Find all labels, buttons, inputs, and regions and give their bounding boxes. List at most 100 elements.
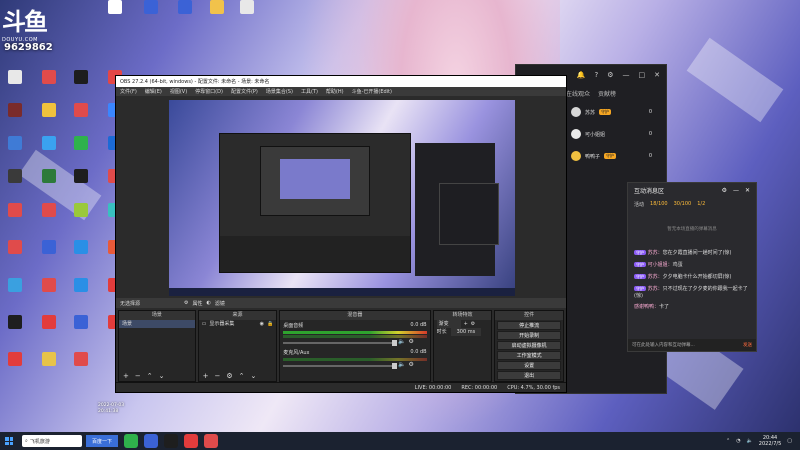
desktop-icon[interactable] [66,240,96,272]
desktop-icon[interactable] [34,103,64,135]
tab-contribution[interactable]: 贡献榜 [598,89,616,98]
gear-icon[interactable]: ⚙ [722,187,727,194]
chat-username[interactable]: 苏苏： [648,250,663,256]
obs-menu-item[interactable]: 帮助(H) [326,88,344,95]
obs-menu-item[interactable]: 场景集合(S) [266,88,293,95]
speaker-icon[interactable]: 🔈 [398,338,405,345]
chevron-up-icon[interactable]: ⌃ [147,372,153,380]
desktop-icon[interactable] [34,203,64,235]
chat-username[interactable]: 感谢鸭鸭： [634,304,659,310]
taskbar-app-icon[interactable] [164,434,179,448]
control-button[interactable]: 开始录制 [497,331,561,340]
desktop-icon[interactable] [202,0,232,32]
remove-icon[interactable]: − [215,372,221,380]
control-button[interactable]: 停止推流 [497,321,561,330]
send-button[interactable]: 发送 [743,342,752,348]
chevron-up-icon[interactable]: ⌃ [726,438,730,444]
filters-button[interactable]: 滤镜 [215,300,225,307]
desktop-icon[interactable] [136,0,166,32]
obs-menu-item[interactable]: 视图(V) [170,88,187,95]
transition-select[interactable]: 渐变 [436,320,461,328]
volume-slider[interactable] [283,363,398,369]
volume-slider[interactable] [283,340,398,346]
minimize-icon[interactable]: — [623,71,630,79]
control-button[interactable]: 工作室模式 [497,351,561,360]
desktop-icon[interactable] [34,136,64,168]
obs-menu-item[interactable]: 工具(T) [301,88,318,95]
desktop-icon[interactable] [34,352,64,384]
add-icon[interactable]: + [123,372,129,380]
speaker-icon[interactable]: 🔈 [747,438,753,444]
gear-icon[interactable]: ⚙ [471,320,475,328]
desktop-icon[interactable] [0,240,30,272]
lock-icon[interactable]: 🔒 [267,320,273,328]
chevron-down-icon[interactable]: ⌄ [251,372,257,380]
chat-input-bar[interactable]: 可在此处输入内容和互动弹幕... 发送 [628,339,756,351]
properties-button[interactable]: 属性 [193,300,203,307]
duration-input[interactable]: 300 ms [450,328,482,336]
desktop-icon[interactable] [0,103,30,135]
source-item[interactable]: ▭ 显示器采集 ◉ 🔒 [199,320,277,328]
network-icon[interactable]: ◔ [736,438,740,444]
desktop-icon[interactable] [66,169,96,201]
add-icon[interactable]: + [464,320,468,328]
desktop-icon[interactable] [66,315,96,347]
chat-username[interactable]: 苏苏： [648,274,663,280]
desktop-icon[interactable] [66,136,96,168]
tab-online-viewers[interactable]: 在线观众 [566,89,590,98]
obs-menu-item[interactable]: 文件(F) [120,88,137,95]
close-icon[interactable]: ✕ [745,187,750,194]
chat-input[interactable]: 可在此处输入内容和互动弹幕... [632,342,695,348]
obs-preview[interactable] [169,100,515,296]
desktop-icon[interactable] [0,136,30,168]
gear-icon[interactable]: ⚙ [409,338,414,345]
obs-menu-item[interactable]: 斗鱼-已开播(Edit) [352,88,392,95]
baidu-search-button[interactable]: 百度一下 [86,435,119,447]
desktop-icon[interactable] [34,278,64,310]
add-icon[interactable]: + [203,372,209,380]
desktop-icon[interactable] [0,70,30,102]
desktop-icon[interactable] [0,352,30,384]
taskbar-app-icon[interactable] [124,434,139,448]
desktop-icon[interactable] [66,70,96,102]
filter-icon[interactable]: ◐ [207,300,211,306]
obs-menu-item[interactable]: 停靠窗口(D) [195,88,223,95]
bell-icon[interactable]: 🔔 [577,71,586,79]
chat-username[interactable]: 苏苏： [648,286,663,292]
settings-icon[interactable]: ⚙ [607,71,613,79]
tray-clock[interactable]: 20:44 2022/7/5 [759,435,781,447]
desktop-icon[interactable] [34,70,64,102]
chevron-up-icon[interactable]: ⌃ [239,372,245,380]
desktop-icon[interactable] [34,315,64,347]
start-button[interactable] [0,432,18,450]
desktop-icon[interactable] [0,169,30,201]
speaker-icon[interactable]: 🔈 [398,361,405,368]
desktop-icon[interactable] [66,203,96,235]
desktop-icon[interactable] [170,0,200,32]
obs-menu-item[interactable]: 配置文件(P) [231,88,258,95]
gear-icon[interactable]: ⚙ [226,372,232,380]
desktop-icon[interactable] [0,203,30,235]
gear-icon[interactable]: ⚙ [184,300,188,306]
obs-menu-item[interactable]: 编辑(E) [145,88,162,95]
desktop-icon[interactable] [0,278,30,310]
close-icon[interactable]: ✕ [654,71,660,79]
chevron-down-icon[interactable]: ⌄ [159,372,165,380]
maximize-icon[interactable]: □ [639,71,646,79]
chat-username[interactable]: 可小姐姐： [648,262,673,268]
desktop-icon[interactable] [66,103,96,135]
desktop-icon[interactable] [34,240,64,272]
desktop-icon[interactable] [66,278,96,310]
eye-icon[interactable]: ◉ [260,320,264,328]
control-button[interactable]: 退出 [497,371,561,380]
gear-icon[interactable]: ⚙ [409,361,414,368]
taskbar-app-icon[interactable] [144,434,159,448]
notification-icon[interactable]: ▢ [787,438,792,444]
taskbar-app-icon[interactable] [184,434,199,448]
control-button[interactable]: 设置 [497,361,561,370]
control-button[interactable]: 启动虚拟摄像机 [497,341,561,350]
taskbar-app-icon[interactable] [204,434,219,448]
scene-item[interactable]: 场景 [119,320,195,328]
desktop-icon[interactable] [232,0,262,32]
desktop-icon[interactable] [66,352,96,384]
